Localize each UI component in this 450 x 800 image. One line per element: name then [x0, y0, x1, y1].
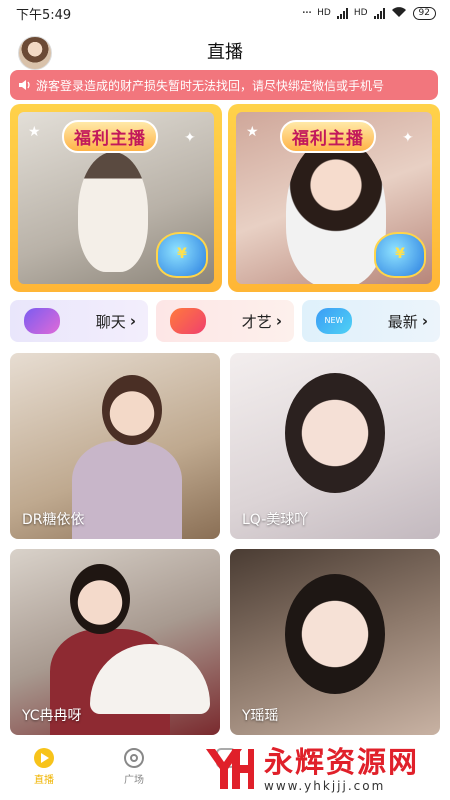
money-bag-icon: [156, 232, 208, 278]
status-icons: ··· HD HD 92: [302, 6, 436, 21]
streamer-name: YC冉冉呀: [22, 708, 82, 724]
wifi-icon: [391, 6, 407, 21]
banner-photo: ★ ✦ 福利主播: [236, 112, 432, 284]
chevron-right-icon: ›: [129, 312, 136, 330]
welfare-banner-2[interactable]: ★ ✦ 福利主播: [228, 104, 440, 292]
live-play-icon: [34, 748, 54, 768]
notice-text: 游客登录造成的财产损失暂时无法找回，请尽快绑定微信或手机号: [36, 78, 385, 93]
speaker-icon: [18, 79, 32, 91]
streamer-figure: [78, 152, 148, 272]
streamer-face: [70, 564, 130, 634]
category-chat[interactable]: 聊天 ›: [10, 300, 148, 342]
star-icon: ★: [246, 124, 259, 140]
status-time: 下午5:49: [16, 7, 72, 23]
network-label-1: HD: [317, 8, 331, 18]
chevron-right-icon: ›: [421, 312, 428, 330]
streamer-body: [72, 441, 182, 539]
nav-label: 广场: [124, 775, 144, 786]
watermark-url: www.yhkjjj.com: [264, 779, 386, 793]
notice-banner[interactable]: 游客登录造成的财产损失暂时无法找回，请尽快绑定微信或手机号: [10, 70, 438, 100]
welfare-badge: 福利主播: [280, 120, 376, 153]
square-icon: [124, 748, 144, 768]
page-title: 直播: [207, 42, 243, 63]
category-newest[interactable]: NEW 最新 ›: [302, 300, 440, 342]
nav-square[interactable]: 广场: [104, 748, 164, 786]
watermark: 永辉资源网 www.yhkjjj.com: [200, 741, 445, 797]
streamer-name: Y瑶瑶: [242, 708, 279, 724]
streamer-face: [285, 574, 385, 694]
money-bag-icon: [374, 232, 426, 278]
more-dots-icon: ···: [301, 5, 312, 21]
star-icon: ✦: [184, 130, 196, 146]
streamer-name: LQ-美球吖: [242, 512, 309, 528]
category-label: 聊天: [95, 312, 126, 331]
star-icon: ✦: [402, 130, 414, 146]
streamer-face: [102, 375, 162, 445]
nav-live[interactable]: 直播: [14, 748, 74, 786]
talent-icon: [170, 308, 206, 334]
signal-icon-2: [373, 7, 385, 19]
category-talent[interactable]: 才艺 ›: [156, 300, 294, 342]
new-icon: NEW: [316, 308, 352, 334]
watermark-title: 永辉资源网: [264, 745, 420, 779]
stream-card[interactable]: YC冉冉呀: [10, 549, 220, 735]
stream-card[interactable]: DR糖依依: [10, 353, 220, 539]
battery-icon: 92: [412, 6, 436, 20]
header: 直播: [0, 30, 450, 70]
watermark-text: 永辉资源网 www.yhkjjj.com: [264, 745, 419, 793]
streamer-name: DR糖依依: [22, 512, 85, 528]
watermark-logo-icon: [200, 743, 258, 795]
signal-icon: [336, 7, 348, 19]
streamer-figure: [286, 137, 386, 284]
welfare-banner-1[interactable]: ★ ✦ 福利主播: [10, 104, 222, 292]
network-label-2: HD: [353, 8, 368, 18]
banner-photo: ★ ✦ 福利主播: [18, 112, 214, 284]
chat-bubble-icon: [24, 308, 60, 334]
stream-card[interactable]: LQ-美球吖: [230, 353, 440, 539]
category-label: 才艺: [241, 312, 272, 331]
star-icon: ★: [28, 124, 41, 140]
chevron-right-icon: ›: [275, 312, 282, 330]
category-label: 最新: [387, 312, 418, 331]
stream-card[interactable]: Y瑶瑶: [230, 549, 440, 735]
nav-label: 直播: [34, 775, 54, 786]
welfare-badge: 福利主播: [62, 120, 158, 153]
streamer-face: [285, 373, 385, 493]
status-bar: 下午5:49 ··· HD HD 92: [0, 0, 450, 26]
